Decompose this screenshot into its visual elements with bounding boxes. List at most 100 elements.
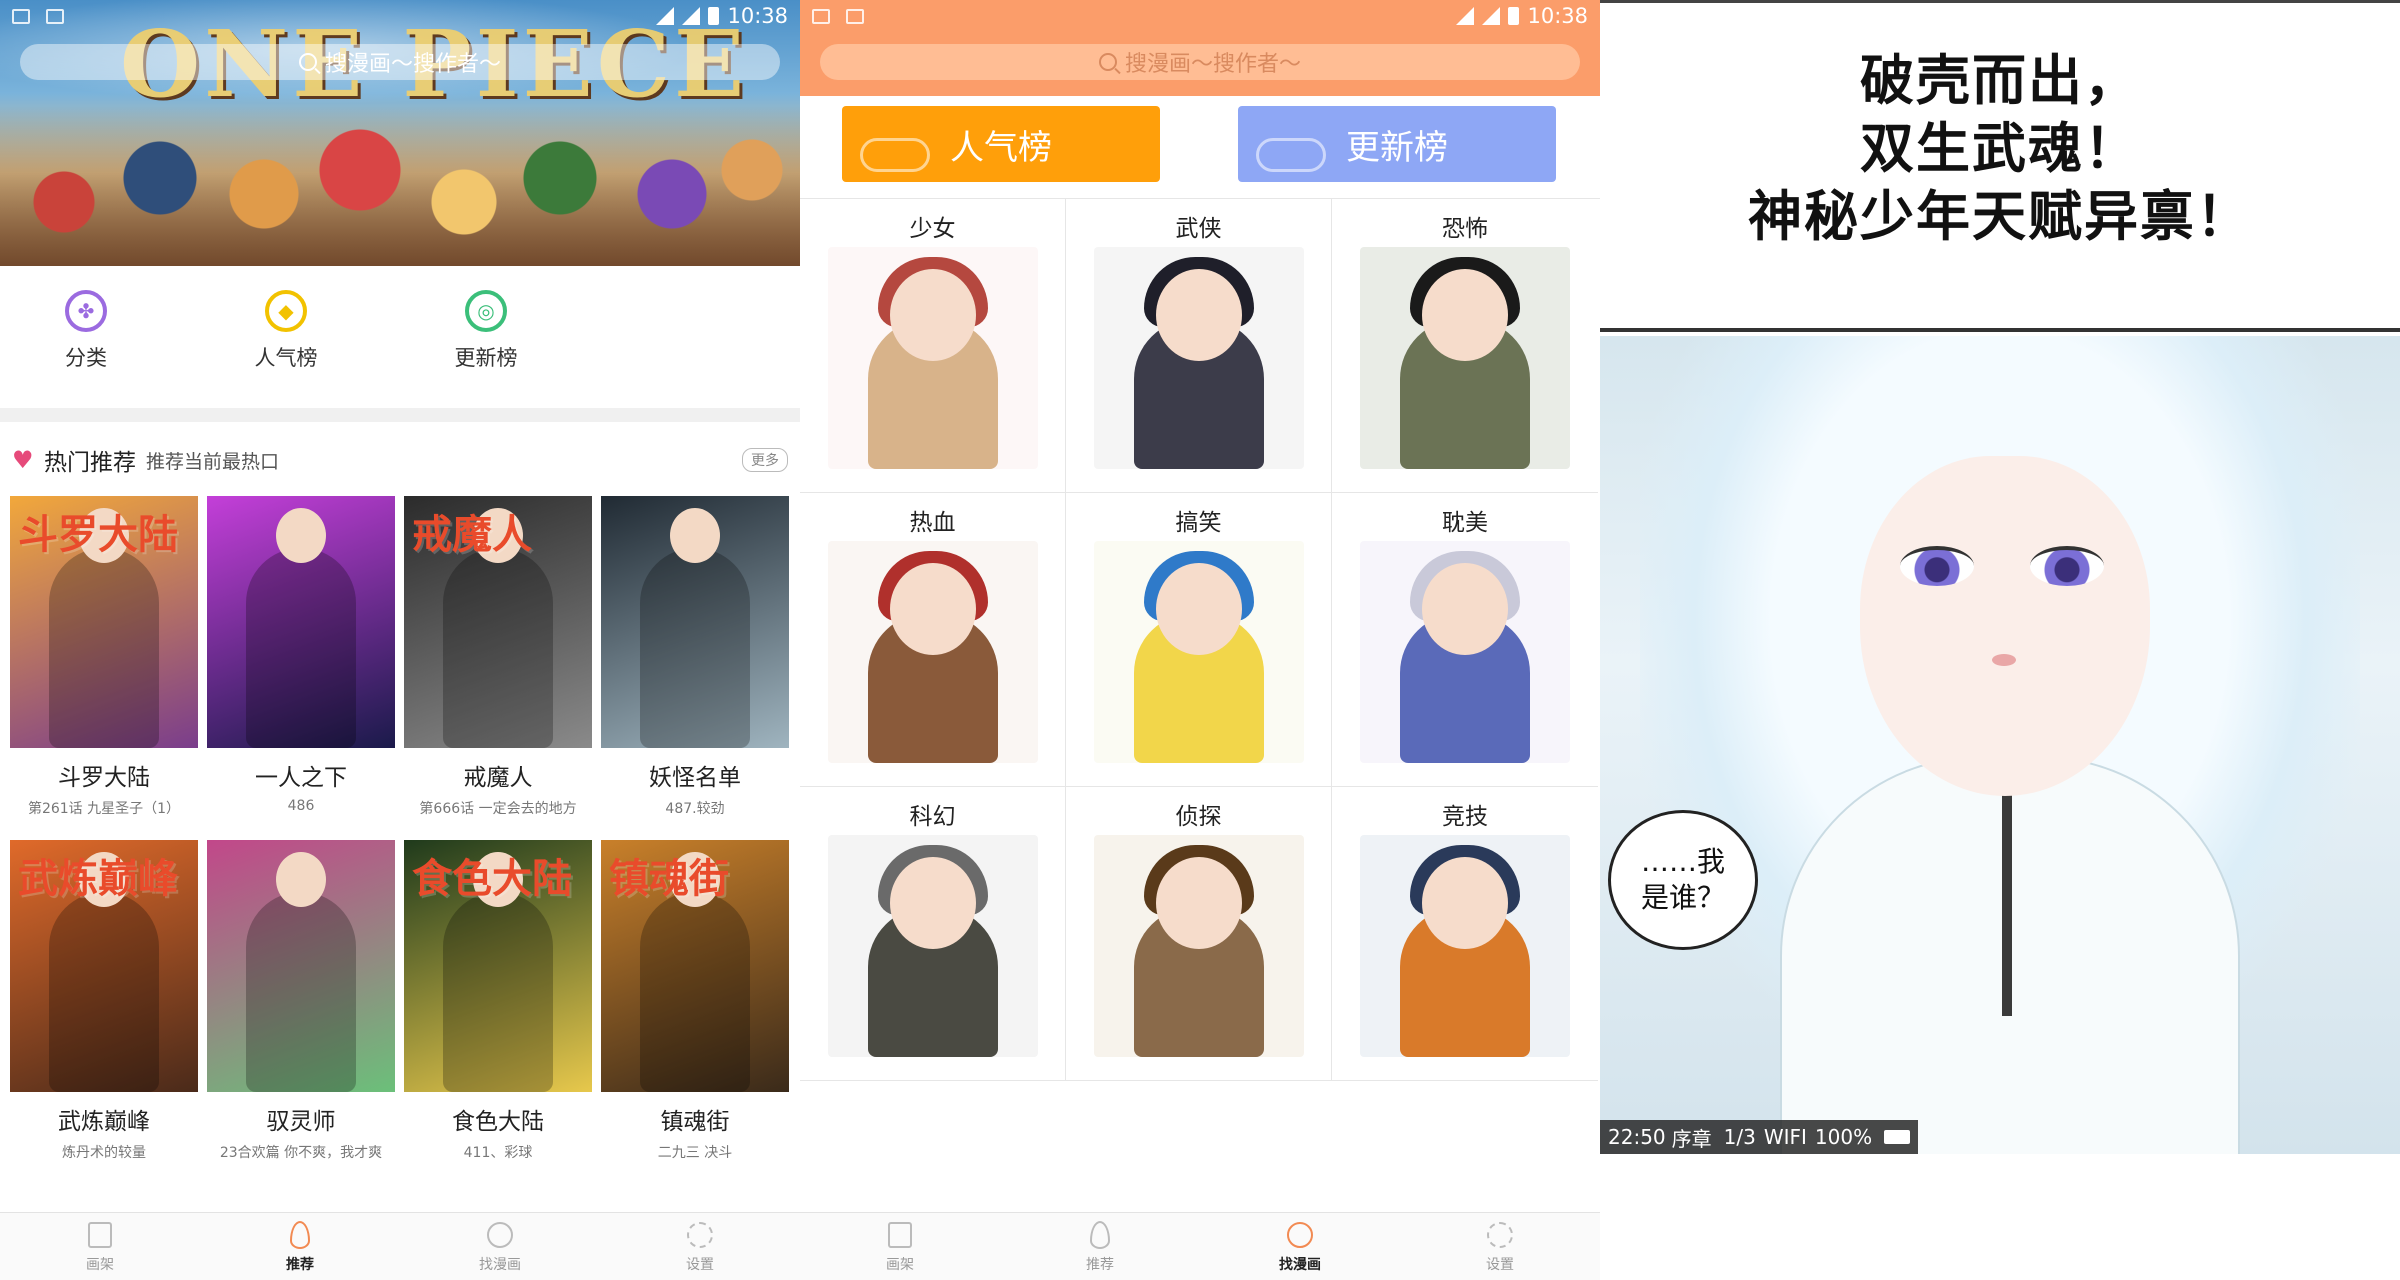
reader-status-bar: 22:50 序章 1/3 WIFI 100% (1600, 1120, 1918, 1154)
comic-grid-row-1: 斗罗大陆 斗罗大陆 第261话 九星圣子（1） 一人之下 486 戒魔人 戒魔人 第666话 … (10, 496, 789, 818)
comic-card[interactable]: 镇魂街 镇魂街 二九三 决斗 (601, 840, 789, 1162)
cover-figure (246, 508, 356, 748)
comic-cover[interactable]: 镇魂街 (601, 840, 789, 1092)
category-tile[interactable]: 竞技 (1332, 787, 1598, 1081)
tab-search[interactable]: 找漫画 (1240, 1220, 1360, 1274)
tab-gear[interactable]: 设置 (640, 1220, 760, 1274)
category-tile[interactable]: 搞笑 (1066, 493, 1332, 787)
comic-latest-chapter: 486 (287, 798, 315, 814)
tab-bookshelf[interactable]: 画架 (840, 1220, 960, 1274)
category-label: 热血 (909, 510, 956, 536)
tab-flame[interactable]: 推荐 (240, 1220, 360, 1274)
reader-time: 22:50 (1608, 1125, 1666, 1149)
figure-face (1422, 857, 1508, 949)
comic-cover[interactable]: 武炼巅峰 (10, 840, 198, 1092)
comic-card[interactable]: 食色大陆 食色大陆 411、彩球 (404, 840, 592, 1162)
comic-cover[interactable] (207, 840, 395, 1092)
comic-title: 镇魂街 (660, 1109, 730, 1135)
category-tile[interactable]: 耽美 (1332, 493, 1598, 787)
icon-shape (290, 1220, 310, 1249)
comic-card[interactable]: 斗罗大陆 斗罗大陆 第261话 九星圣子（1） (10, 496, 198, 818)
cloud-icon (860, 138, 930, 172)
battery-icon (1508, 7, 1520, 25)
icon-shape (687, 1221, 713, 1248)
category-tile[interactable]: 恐怖 (1332, 199, 1598, 493)
figure-face (1155, 269, 1242, 361)
rank-new-label: 更新榜 (1346, 127, 1448, 168)
comic-cover[interactable] (601, 496, 789, 748)
tab-label: 推荐 (1086, 1256, 1114, 1273)
icon-shape (1090, 1220, 1110, 1249)
comic-title: 食色大陆 (452, 1109, 544, 1135)
search-icon (1285, 1220, 1315, 1250)
comic-cover[interactable] (207, 496, 395, 748)
comic-cover[interactable]: 戒魔人 (404, 496, 592, 748)
tab-label: 设置 (686, 1256, 714, 1273)
signal-icon (682, 7, 701, 25)
comic-card[interactable]: 一人之下 486 (207, 496, 395, 818)
search-placeholder: 搜漫画～搜作者～ (1124, 52, 1301, 77)
flame-icon: ◆ (265, 290, 307, 332)
icon-shape (487, 1221, 513, 1248)
quicknav-label: 人气榜 (254, 346, 318, 370)
cover-figure (49, 508, 159, 748)
more-button[interactable]: 更多 (742, 448, 788, 472)
tab-label: 画架 (886, 1256, 914, 1273)
heart-icon: ♥ (12, 446, 34, 474)
comic-card[interactable]: 妖怪名单 487.较劲 (601, 496, 789, 818)
bookshelf-icon (85, 1220, 115, 1250)
comic-title: 一人之下 (255, 765, 347, 791)
right-eye (2030, 546, 2104, 586)
quicknav-item[interactable]: ◆ 人气榜 (236, 290, 336, 372)
flame-icon (285, 1220, 315, 1250)
category-tile[interactable]: 热血 (800, 493, 1066, 787)
cover-figure (443, 508, 553, 748)
banner-carousel[interactable]: ONE PIECE (0, 0, 800, 266)
comic-title: 妖怪名单 (649, 765, 741, 791)
bottom-tab-bar: 画架 推荐 找漫画 设置 (0, 1212, 800, 1280)
cover-figure (640, 508, 750, 748)
battery-icon (708, 7, 720, 25)
battery-icon (1884, 1130, 1910, 1144)
quick-nav: ✤ 分类 ◆ 人气榜 ◎ 更新榜 (36, 290, 536, 372)
quicknav-item[interactable]: ◎ 更新榜 (436, 290, 536, 372)
figure-face (1155, 857, 1242, 949)
figure-face (1422, 269, 1508, 361)
comic-card[interactable]: 武炼巅峰 武炼巅峰 炼丹术的较量 (10, 840, 198, 1162)
comic-title: 戒魔人 (463, 765, 533, 791)
tab-bookshelf[interactable]: 画架 (40, 1220, 160, 1274)
reader-page: 1/3 (1723, 1125, 1756, 1149)
category-artwork (1093, 247, 1304, 469)
comic-cover[interactable]: 斗罗大陆 (10, 496, 198, 748)
popularity-rank-button[interactable]: 人气榜 (842, 106, 1160, 182)
update-rank-button[interactable]: 更新榜 (1238, 106, 1556, 182)
tab-label: 找漫画 (1279, 1256, 1321, 1273)
tab-search[interactable]: 找漫画 (440, 1220, 560, 1274)
category-tile[interactable]: 武侠 (1066, 199, 1332, 493)
quicknav-item[interactable]: ✤ 分类 (36, 290, 136, 372)
category-label: 科幻 (909, 804, 956, 830)
comic-card[interactable]: 驭灵师 23合欢篇 你不爽，我才爽 (207, 840, 395, 1162)
caption-line: 破壳而出， (1860, 49, 2140, 112)
find-screen: 10:38 搜漫画～搜作者～ 人气榜 更新榜 少女 武侠 恐怖 热血 搞笑 耽美 科幻 侦探 竞… (800, 0, 1600, 1280)
category-tile[interactable]: 少女 (800, 199, 1066, 493)
search-bar[interactable]: 搜漫画～搜作者～ (20, 44, 780, 80)
reader-screen[interactable]: 破壳而出， 双生武魂！ 神秘少年天赋异禀！ ……我 是谁？ 22:50 序章 1… (1600, 0, 2400, 1280)
quicknav-label: 更新榜 (454, 346, 518, 370)
tab-gear[interactable]: 设置 (1440, 1220, 1560, 1274)
comic-title: 武炼巅峰 (58, 1109, 150, 1135)
tab-label: 推荐 (286, 1256, 314, 1273)
category-grid: 少女 武侠 恐怖热血 搞笑 耽美科幻 侦探 竞技 (800, 198, 1600, 1081)
figure-face (1422, 563, 1508, 655)
comic-cover[interactable]: 食色大陆 (404, 840, 592, 1092)
cover-title: 戒魔人 (412, 512, 532, 558)
tab-flame[interactable]: 推荐 (1040, 1220, 1160, 1274)
category-artwork (1093, 541, 1304, 763)
category-tile[interactable]: 科幻 (800, 787, 1066, 1081)
search-icon (1098, 53, 1117, 71)
category-tile[interactable]: 侦探 (1066, 787, 1332, 1081)
gallery-notification-icon (812, 8, 830, 24)
search-bar[interactable]: 搜漫画～搜作者～ (820, 44, 1580, 80)
comic-card[interactable]: 戒魔人 戒魔人 第666话 一定会去的地方 (404, 496, 592, 818)
category-artwork (1360, 835, 1570, 1057)
